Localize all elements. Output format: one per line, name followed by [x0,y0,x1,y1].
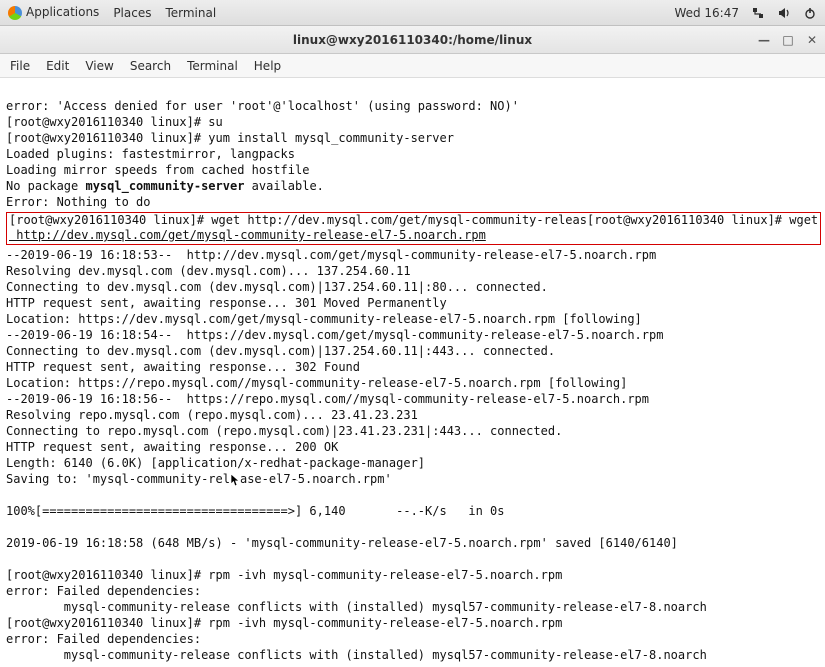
terminal-menu[interactable]: Terminal [165,6,216,20]
mouse-cursor-icon [230,472,240,486]
term-line: 2019-06-19 16:18:58 (648 MB/s) - 'mysql-… [6,536,678,550]
app-menubar: File Edit View Search Terminal Help [0,54,825,78]
term-line: HTTP request sent, awaiting response... … [6,360,360,374]
term-line: HTTP request sent, awaiting response... … [6,296,447,310]
term-line: Length: 6140 (6.0K) [application/x-redha… [6,456,425,470]
applications-menu[interactable]: Applications [8,5,99,20]
menu-file[interactable]: File [10,59,30,73]
menu-view[interactable]: View [85,59,113,73]
menu-edit[interactable]: Edit [46,59,69,73]
term-line: Loaded plugins: fastestmirror, langpacks [6,147,295,161]
applications-label: Applications [26,5,99,19]
network-icon[interactable] [751,6,765,20]
term-line: [root@wxy2016110340 linux]# rpm -ivh mys… [6,568,562,582]
term-line: mysql-community-release conflicts with (… [6,648,707,662]
term-line: --2019-06-19 16:18:53-- http://dev.mysql… [6,248,656,262]
terminal-content[interactable]: error: 'Access denied for user 'root'@'l… [0,78,825,667]
power-icon[interactable] [803,6,817,20]
term-line: Location: https://dev.mysql.com/get/mysq… [6,312,642,326]
window-controls: — □ ✕ [757,26,819,53]
term-line: mysql-community-release conflicts with (… [6,600,707,614]
places-menu[interactable]: Places [113,6,151,20]
term-line: Connecting to dev.mysql.com (dev.mysql.c… [6,280,548,294]
menu-terminal[interactable]: Terminal [187,59,238,73]
term-line: Connecting to dev.mysql.com (dev.mysql.c… [6,344,555,358]
close-button[interactable]: ✕ [805,33,819,47]
volume-icon[interactable] [777,6,791,20]
term-line: error: Failed dependencies: [6,632,201,646]
highlighted-command: [root@wxy2016110340 linux]# wget http://… [6,212,821,245]
maximize-button[interactable]: □ [781,33,795,47]
term-line: 100%[==================================>… [6,504,505,518]
window-title: linux@wxy2016110340:/home/linux [293,33,532,47]
activities-icon [8,6,22,20]
term-line: [root@wxy2016110340 linux]# yum install … [6,131,454,145]
term-line: Resolving dev.mysql.com (dev.mysql.com).… [6,264,411,278]
term-line: No package mysql_community-server availa… [6,179,324,193]
term-line: error: 'Access denied for user 'root'@'l… [6,99,519,113]
term-line: [root@wxy2016110340 linux]# rpm -ivh mys… [6,616,562,630]
term-line: Location: https://repo.mysql.com//mysql-… [6,376,627,390]
term-line: HTTP request sent, awaiting response... … [6,440,338,454]
menu-search[interactable]: Search [130,59,171,73]
term-line: Loading mirror speeds from cached hostfi… [6,163,309,177]
term-line: Error: Nothing to do [6,195,151,209]
term-line: Resolving repo.mysql.com (repo.mysql.com… [6,408,418,422]
topbar-right: Wed 16:47 [674,6,817,20]
term-line: Saving to: 'mysql-community-relase-el7-5… [6,472,392,486]
window-titlebar[interactable]: linux@wxy2016110340:/home/linux — □ ✕ [0,26,825,54]
minimize-button[interactable]: — [757,33,771,47]
clock-label[interactable]: Wed 16:47 [674,6,739,20]
term-line: [root@wxy2016110340 linux]# su [6,115,223,129]
menu-help[interactable]: Help [254,59,281,73]
term-line: --2019-06-19 16:18:54-- https://dev.mysq… [6,328,663,342]
gnome-topbar: Applications Places Terminal Wed 16:47 [0,0,825,26]
term-line: Connecting to repo.mysql.com (repo.mysql… [6,424,562,438]
term-line: --2019-06-19 16:18:56-- https://repo.mys… [6,392,649,406]
topbar-left: Applications Places Terminal [8,5,216,20]
